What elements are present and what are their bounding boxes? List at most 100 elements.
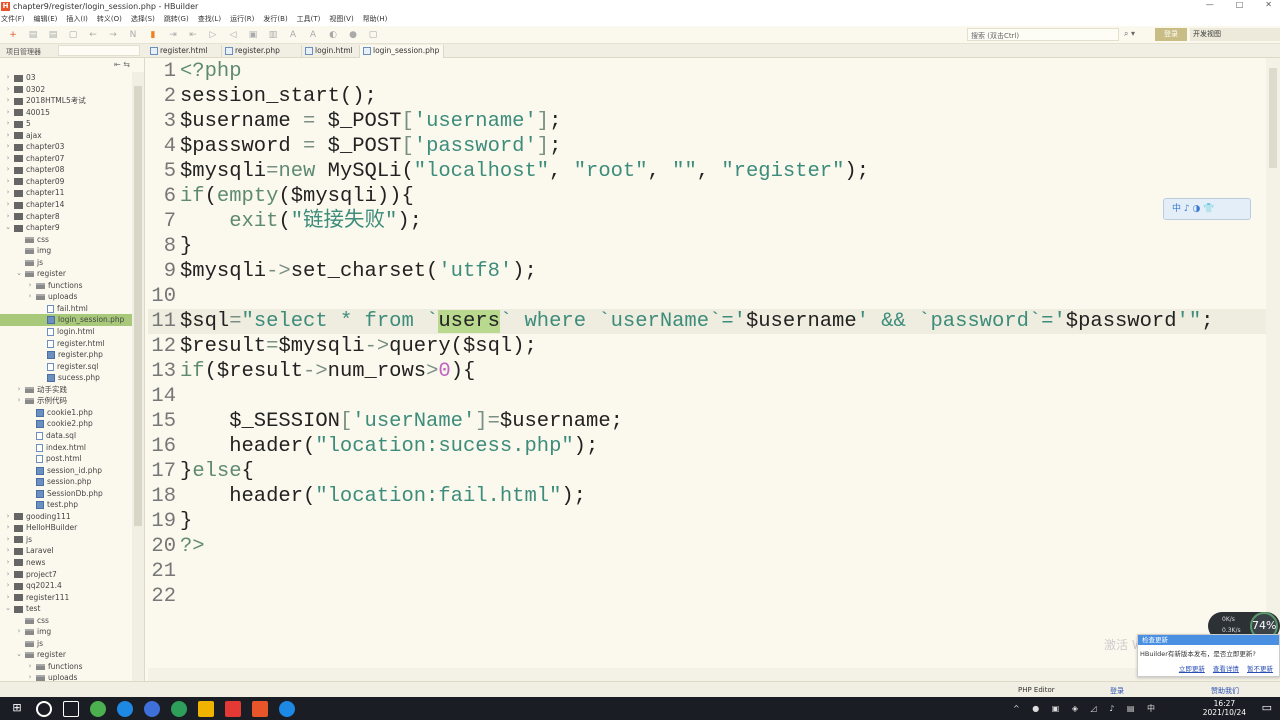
editor-hscrollbar[interactable] bbox=[148, 668, 1266, 681]
menu-item[interactable]: 文件(F) bbox=[1, 14, 25, 24]
code-line[interactable]: 18 header("location:fail.html"); bbox=[148, 484, 1266, 509]
new-icon[interactable]: + bbox=[8, 30, 18, 40]
chevron-right-icon[interactable]: › bbox=[4, 511, 12, 523]
stop-icon[interactable]: ▥ bbox=[268, 30, 278, 40]
menu-item[interactable]: 选择(S) bbox=[131, 14, 155, 24]
collapse-link-icons[interactable]: ⇤ ⇆ bbox=[114, 60, 130, 69]
media-player-icon[interactable] bbox=[171, 700, 187, 717]
update-now-link[interactable]: 立即更新 bbox=[1179, 665, 1205, 673]
status-login-link[interactable]: 登录 bbox=[1110, 686, 1124, 696]
windows-start-icon[interactable]: ⊞ bbox=[9, 701, 25, 717]
chevron-down-icon[interactable]: ⌄ bbox=[15, 268, 23, 280]
tree-item[interactable]: img bbox=[0, 245, 132, 257]
open-icon[interactable]: ▢ bbox=[68, 30, 78, 40]
tab-register-html[interactable]: register.html bbox=[147, 45, 222, 58]
search-input[interactable]: 搜索 (双击Ctrl) bbox=[967, 28, 1119, 41]
code-line[interactable]: 22 bbox=[148, 584, 1266, 609]
tree-item[interactable]: › 5 bbox=[0, 118, 132, 130]
tree-item[interactable]: › 0302 bbox=[0, 84, 132, 96]
menu-item[interactable]: 编辑(E) bbox=[34, 14, 58, 24]
code-line[interactable]: 13 if($result->num_rows>0){ bbox=[148, 359, 1266, 384]
ime-indicator[interactable]: 中 bbox=[1147, 704, 1160, 713]
chevron-right-icon[interactable]: › bbox=[4, 580, 12, 592]
run-browser-icon[interactable]: ◐ bbox=[328, 30, 338, 40]
login-button[interactable]: 登录 bbox=[1155, 28, 1187, 41]
tree-item[interactable]: register.sql bbox=[0, 361, 132, 373]
tree-item[interactable]: › chapter8 bbox=[0, 211, 132, 223]
menu-item[interactable]: 跳转(G) bbox=[164, 14, 189, 24]
tree-item[interactable]: register.html bbox=[0, 338, 132, 350]
skip-update-link[interactable]: 暂不更新 bbox=[1247, 665, 1273, 673]
task-view-icon[interactable] bbox=[63, 700, 79, 717]
tree-item[interactable]: fail.html bbox=[0, 303, 132, 315]
code-line[interactable]: 3 $username = $_POST['username']; bbox=[148, 109, 1266, 134]
search-taskbar-icon[interactable] bbox=[36, 700, 52, 717]
tree-item[interactable]: › functions bbox=[0, 280, 132, 292]
code-line[interactable]: 21 bbox=[148, 559, 1266, 584]
chevron-down-icon[interactable]: ⌄ bbox=[15, 649, 23, 661]
chevron-down-icon[interactable]: ⌄ bbox=[4, 222, 12, 234]
comment-icon[interactable]: ▷ bbox=[208, 30, 218, 40]
code-line[interactable]: 5 $mysqli=new MySQLi("localhost", "root",… bbox=[148, 159, 1266, 184]
code-line[interactable]: 14 bbox=[148, 384, 1266, 409]
menu-item[interactable]: 发行(B) bbox=[263, 14, 287, 24]
code-line[interactable]: 19} bbox=[148, 509, 1266, 534]
tree-item[interactable]: › 2018HTML5考试 bbox=[0, 95, 132, 107]
tree-item[interactable]: js bbox=[0, 257, 132, 269]
tree-item[interactable]: login.html bbox=[0, 326, 132, 338]
tree-item[interactable]: ⌄ register bbox=[0, 268, 132, 280]
chevron-right-icon[interactable]: › bbox=[26, 280, 34, 292]
tree-item[interactable]: › 03 bbox=[0, 72, 132, 84]
tree-item[interactable]: session.php bbox=[0, 476, 132, 488]
search-icon[interactable]: ⌕ ▾ bbox=[1124, 29, 1135, 39]
tree-item[interactable]: › chapter07 bbox=[0, 153, 132, 165]
code-line[interactable]: 15 $_SESSION['userName']=$username; bbox=[148, 409, 1266, 434]
chevron-right-icon[interactable]: › bbox=[4, 187, 12, 199]
chevron-down-icon[interactable]: ⌄ bbox=[4, 603, 12, 615]
chevron-right-icon[interactable]: › bbox=[15, 384, 23, 396]
tree-item[interactable]: › uploads bbox=[0, 672, 132, 681]
code-line[interactable]: 16 header("location:sucess.php"); bbox=[148, 434, 1266, 459]
indent-icon[interactable]: ⇥ bbox=[168, 30, 178, 40]
tree-item[interactable]: cookie2.php bbox=[0, 418, 132, 430]
tree-item[interactable]: sucess.php bbox=[0, 372, 132, 384]
chevron-right-icon[interactable]: › bbox=[26, 672, 34, 681]
code-line[interactable]: 12 $result=$mysqli->query($sql); bbox=[148, 334, 1266, 359]
wps-icon[interactable] bbox=[225, 700, 241, 717]
chevron-right-icon[interactable]: › bbox=[4, 118, 12, 130]
tree-item[interactable]: › Laravel bbox=[0, 545, 132, 557]
chevron-right-icon[interactable]: › bbox=[4, 557, 12, 569]
tree-item[interactable]: › chapter09 bbox=[0, 176, 132, 188]
tree-item[interactable]: cookie1.php bbox=[0, 407, 132, 419]
chevron-right-icon[interactable]: › bbox=[4, 592, 12, 604]
outdent-icon[interactable]: ⇤ bbox=[188, 30, 198, 40]
code-line[interactable]: 20 ?> bbox=[148, 534, 1266, 559]
tree-item[interactable]: › gooding111 bbox=[0, 511, 132, 523]
code-line[interactable]: 10 bbox=[148, 284, 1266, 309]
chevron-right-icon[interactable]: › bbox=[4, 569, 12, 581]
tree-item[interactable]: test.php bbox=[0, 499, 132, 511]
maximize-button[interactable]: □ bbox=[1236, 0, 1244, 9]
tree-item[interactable]: ⌄ register bbox=[0, 649, 132, 661]
chevron-right-icon[interactable]: › bbox=[4, 164, 12, 176]
tree-item[interactable]: › news bbox=[0, 557, 132, 569]
redo-icon[interactable]: → bbox=[108, 30, 118, 40]
tree-item[interactable]: › uploads bbox=[0, 291, 132, 303]
menu-item[interactable]: 插入(I) bbox=[66, 14, 88, 24]
chevron-right-icon[interactable]: › bbox=[4, 72, 12, 84]
tree-item[interactable]: › ajax bbox=[0, 130, 132, 142]
code-line[interactable]: 7 exit("链接失败"); bbox=[148, 209, 1266, 234]
chevron-right-icon[interactable]: › bbox=[4, 545, 12, 557]
chevron-right-icon[interactable]: › bbox=[4, 141, 12, 153]
menu-item[interactable]: 工具(T) bbox=[297, 14, 321, 24]
view-select[interactable]: 开发视图 bbox=[1190, 28, 1280, 41]
notification-center-icon[interactable]: ▭ bbox=[1262, 701, 1272, 714]
tree-item[interactable]: data.sql bbox=[0, 430, 132, 442]
chevron-right-icon[interactable]: › bbox=[26, 661, 34, 673]
tree-item[interactable]: login_session.php bbox=[0, 314, 132, 327]
chevron-right-icon[interactable]: › bbox=[4, 522, 12, 534]
uncomment-icon[interactable]: ◁ bbox=[228, 30, 238, 40]
sidebar-scrollbar[interactable] bbox=[132, 72, 144, 681]
tree-item[interactable]: › 40015 bbox=[0, 107, 132, 119]
system-tray-icons[interactable]: ^ ● ▣ ◈ ◿ ♪ ▤ 中 bbox=[1013, 703, 1160, 714]
